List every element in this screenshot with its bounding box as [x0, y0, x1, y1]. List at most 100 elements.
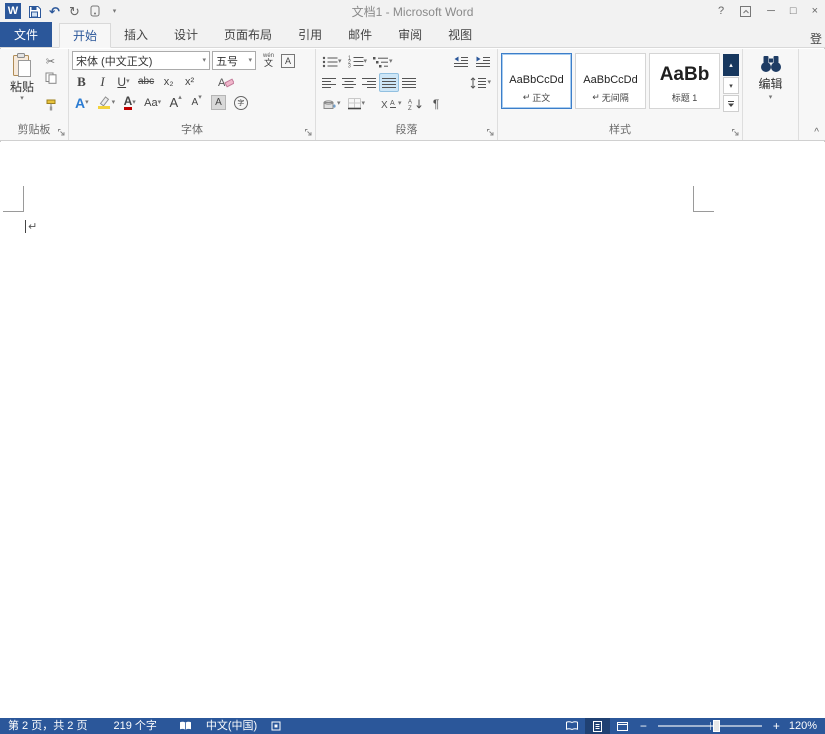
zoom-out-button[interactable]: − [635, 718, 652, 734]
font-name-select[interactable]: 宋体 (中文正文) ▾ [72, 51, 210, 70]
tab-view[interactable]: 视图 [435, 22, 485, 47]
decrease-indent-button[interactable] [450, 52, 472, 71]
maximize-button[interactable]: □ [790, 6, 797, 17]
font-name-value: 宋体 (中文正文) [76, 53, 152, 69]
sort-button[interactable]: AZ [405, 94, 427, 113]
align-left-button[interactable] [319, 73, 339, 92]
tab-review[interactable]: 审阅 [385, 22, 435, 47]
copy-button[interactable] [41, 70, 60, 86]
language-indicator[interactable]: 中文(中国) [198, 718, 265, 734]
bullets-button[interactable]: ▾ [319, 52, 345, 71]
distribute-button[interactable] [399, 73, 419, 92]
font-size-select[interactable]: 五号 ▾ [212, 51, 256, 70]
zoom-level[interactable]: 120% [785, 718, 825, 734]
shading-button[interactable]: ▾ [319, 94, 344, 113]
ribbon-display-options-button[interactable] [739, 5, 752, 18]
svg-text:X: X [381, 100, 388, 110]
show-hide-marks-button[interactable]: ¶ [427, 94, 446, 113]
multilevel-list-button[interactable]: ▾ [370, 52, 396, 71]
styles-scroll-down-button[interactable]: ▾ [723, 77, 739, 94]
increase-indent-button[interactable] [472, 52, 494, 71]
zoom-in-button[interactable]: + [768, 718, 785, 734]
paragraph-dialog-launcher[interactable] [485, 127, 496, 138]
character-border-button[interactable]: A [278, 51, 298, 70]
subscript-button[interactable]: x₂ [159, 72, 178, 91]
bold-button[interactable]: B [72, 72, 91, 91]
subscript-icon: x₂ [164, 76, 174, 88]
style-heading1[interactable]: AaBb 标题 1 [649, 53, 720, 109]
touch-mode-icon [89, 5, 101, 17]
read-mode-button[interactable] [560, 718, 585, 734]
tab-design[interactable]: 设计 [161, 22, 211, 47]
proofing-status-button[interactable] [173, 718, 198, 734]
font-color-button[interactable]: A▾ [120, 93, 139, 112]
macro-record-button[interactable] [265, 718, 287, 734]
page-indicator[interactable]: 第 2 页，共 2 页 [0, 718, 95, 734]
document-area[interactable]: ↵ [0, 142, 825, 718]
paste-dropdown-icon[interactable]: ▾ [20, 95, 24, 102]
numbering-button[interactable]: 123 ▾ [345, 52, 371, 71]
character-shading-button[interactable]: A [208, 93, 229, 112]
zoom-slider[interactable] [658, 725, 762, 727]
superscript-button[interactable]: x² [180, 72, 199, 91]
italic-button[interactable]: I [93, 72, 112, 91]
align-center-button[interactable] [339, 73, 359, 92]
shrink-font-button[interactable]: A▾ [187, 93, 206, 112]
asian-layout-button[interactable]: XA ▾ [378, 94, 405, 113]
tab-file[interactable]: 文件 [0, 22, 52, 47]
font-dialog-launcher[interactable] [303, 127, 314, 138]
tab-mailings[interactable]: 邮件 [335, 22, 385, 47]
word-count[interactable]: 219 个字 [105, 718, 164, 734]
tab-home[interactable]: 开始 [59, 23, 111, 48]
numbering-icon: 123 [348, 55, 364, 68]
styles-more-button[interactable] [723, 95, 739, 112]
paste-button[interactable]: 粘贴 ▾ [3, 51, 41, 121]
underline-button[interactable]: U▾ [114, 72, 133, 91]
editing-group: 编辑 ▾ [743, 49, 799, 140]
font-color-dropdown-icon: ▾ [132, 99, 136, 106]
justify-button[interactable] [379, 73, 399, 92]
close-button[interactable]: × [812, 6, 818, 17]
qat-customize-button[interactable]: ▾ [108, 3, 121, 19]
tab-page-layout[interactable]: 页面布局 [211, 22, 285, 47]
minimize-button[interactable]: ─ [767, 6, 775, 17]
sign-in-link[interactable]: 登 [807, 30, 825, 47]
clipboard-dialog-launcher[interactable] [56, 127, 67, 138]
web-layout-button[interactable] [610, 718, 635, 734]
phonetic-guide-button[interactable]: wén 文 [259, 51, 278, 70]
undo-button[interactable]: ↶ [48, 3, 61, 19]
read-mode-icon [565, 721, 579, 731]
tab-insert[interactable]: 插入 [111, 22, 161, 47]
redo-icon: ↻ [69, 5, 80, 18]
editing-button[interactable]: 编辑 ▾ [746, 51, 795, 121]
styles-dialog-launcher[interactable] [730, 127, 741, 138]
font-group-label: 字体 [181, 124, 203, 136]
zoom-slider-handle[interactable] [713, 720, 720, 732]
enclose-characters-button[interactable]: 字 [231, 93, 251, 112]
svg-text:A: A [390, 100, 395, 107]
change-case-button[interactable]: Aa▾ [141, 93, 164, 112]
save-button[interactable] [28, 3, 41, 19]
help-button[interactable]: ? [718, 6, 724, 17]
styles-more-icon [727, 100, 735, 108]
collapse-ribbon-button[interactable]: ^ [814, 127, 819, 139]
touch-mode-button[interactable] [88, 3, 101, 19]
grow-font-button[interactable]: A▴ [166, 93, 185, 112]
style-no-spacing[interactable]: AaBbCcDd ↵ 无间隔 [575, 53, 646, 109]
text-effects-button[interactable]: A▾ [72, 93, 92, 112]
word-app-icon[interactable]: W [5, 3, 21, 19]
styles-scroll-up-button[interactable]: ▴ [723, 54, 739, 76]
print-layout-button[interactable] [585, 718, 610, 734]
borders-button[interactable]: ▾ [344, 94, 369, 113]
clear-formatting-button[interactable]: A [215, 72, 237, 91]
strikethrough-button[interactable]: abc [135, 72, 157, 91]
align-right-button[interactable] [359, 73, 379, 92]
tab-references[interactable]: 引用 [285, 22, 335, 47]
highlight-button[interactable]: ▾ [94, 93, 119, 112]
redo-button[interactable]: ↻ [68, 3, 81, 19]
paragraph-mark: ↵ [28, 220, 37, 233]
cut-button[interactable]: ✂ [41, 53, 60, 69]
format-painter-button[interactable] [41, 97, 60, 113]
line-spacing-button[interactable]: ▾ [467, 73, 494, 92]
style-normal[interactable]: AaBbCcDd ↵ 正文 [501, 53, 572, 109]
